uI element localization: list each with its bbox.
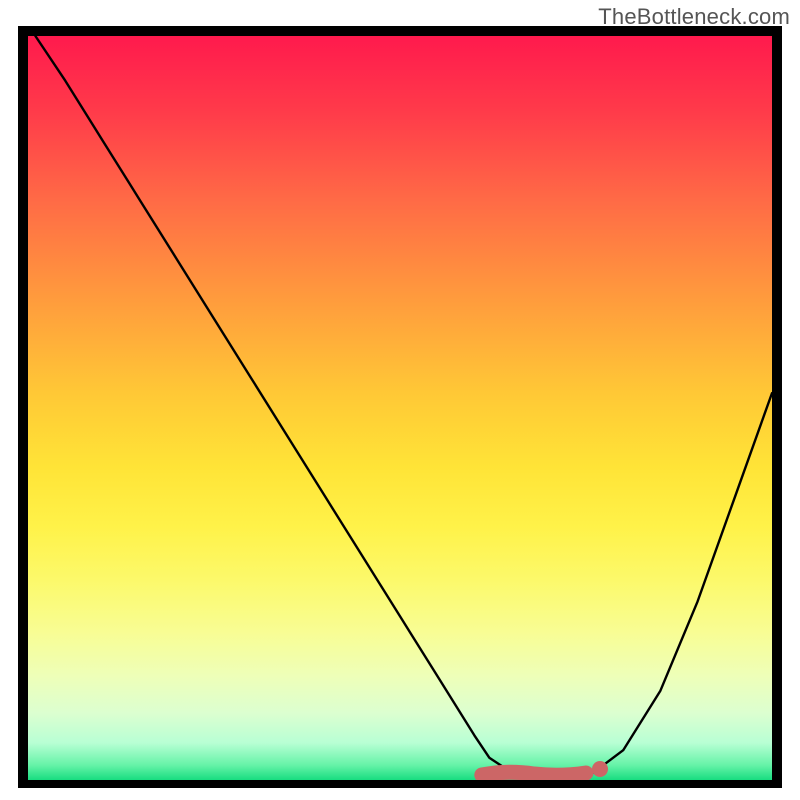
plot-frame — [18, 26, 782, 788]
plot-background-gradient — [28, 36, 772, 780]
highlight-band — [28, 36, 772, 780]
watermark-text: TheBottleneck.com — [598, 4, 790, 30]
